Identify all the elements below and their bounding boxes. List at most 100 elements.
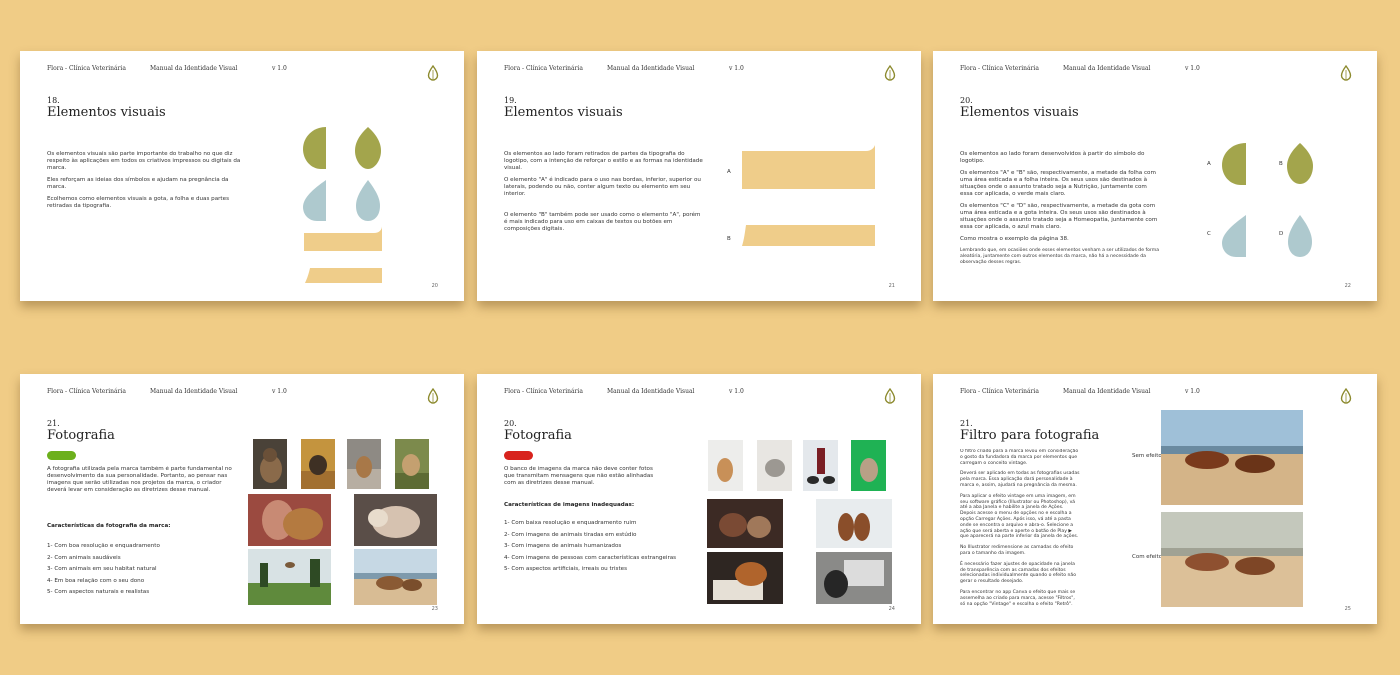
list-title: Características da fotografia da marca:	[47, 523, 171, 529]
photo-studio-dog	[708, 440, 743, 491]
intro-text: O banco de imagens da marca não deve con…	[504, 466, 654, 486]
photo-dog-reading	[707, 552, 783, 604]
photo-dog-park	[248, 549, 331, 605]
leaf-shape	[1287, 143, 1313, 184]
list-item: 2- Com imagens de animais tiradas em est…	[504, 531, 637, 538]
paragraph: Os elementos ao lado foram desenvolvidos…	[960, 151, 1145, 164]
type-element-a	[742, 145, 875, 189]
paragraph: Os elementos visuais são parte important…	[47, 151, 241, 171]
list-item: 4- Com imagens de pessoas com caracterís…	[504, 554, 677, 561]
list-item: 4- Em boa relação com o seu dono	[47, 577, 145, 584]
type-element-b	[305, 268, 382, 283]
paragraph: Eles reforçam as ideias dos símbolos e a…	[47, 177, 229, 190]
drop-icon	[1340, 388, 1352, 404]
half-drop-shape	[303, 180, 326, 221]
manual-page-18: Flora - Clínica Veterinária Manual da Id…	[20, 51, 464, 301]
characteristics-list: 1- Com boa resolução e enquadramento 2- …	[47, 543, 247, 601]
type-elements-illustration	[742, 145, 875, 246]
paragraph: Deverá ser aplicado em todas as fotograf…	[960, 471, 1080, 488]
leaf-shape	[355, 127, 381, 169]
photo-dog-playing	[354, 494, 437, 546]
header-version: v 1.0	[729, 388, 744, 395]
type-element-a	[304, 226, 382, 251]
list-item: 3- Com imagens de animais humanizados	[504, 543, 622, 549]
paragraph: O elemento "A" é indicado para o uso nas…	[504, 177, 701, 197]
body-text: Os elementos visuais são parte important…	[47, 151, 247, 215]
note-text: Lembrando que, em ocasiões onde esses el…	[960, 248, 1160, 265]
header-version: v 1.0	[272, 388, 287, 395]
list-item: 2- Com animais saudáveis	[47, 554, 121, 561]
body-text: Os elementos ao lado foram retirados de …	[504, 151, 704, 238]
section-number: 20.	[504, 419, 517, 428]
header-version: v 1.0	[272, 65, 287, 72]
page-title: Fotografia	[47, 428, 115, 443]
page-title: Fotografia	[504, 428, 572, 443]
header-brand: Flora - Clínica Veterinária	[504, 388, 583, 395]
drop-icon	[884, 388, 896, 404]
header-version: v 1.0	[1185, 65, 1200, 72]
header-brand: Flora - Clínica Veterinária	[47, 65, 126, 72]
header-manual: Manual da Identidade Visual	[150, 65, 238, 72]
manual-page-20: Flora - Clínica Veterinária Manual da Id…	[933, 51, 1377, 301]
header-manual: Manual da Identidade Visual	[607, 65, 695, 72]
manual-page-20-photography-dont: Flora - Clínica Veterinária Manual da Id…	[477, 374, 921, 624]
paragraph: Os elementos ao lado foram retirados de …	[504, 151, 703, 171]
header-manual: Manual da Identidade Visual	[1063, 65, 1151, 72]
type-element-b	[742, 225, 875, 246]
section-number: 20.	[960, 96, 973, 105]
half-leaf-shape	[1222, 143, 1246, 185]
header-brand: Flora - Clínica Veterinária	[504, 65, 583, 72]
body-text: O filtro criado para a marca levou em co…	[960, 449, 1080, 617]
manual-page-21-filter: Flora - Clínica Veterinária Manual da Id…	[933, 374, 1377, 624]
paragraph: É necessário fazer ajustes de opacidade …	[960, 561, 1077, 585]
paragraph: Os elementos "C" e "D" são, respectivame…	[960, 203, 1158, 230]
page-number: 23	[431, 606, 438, 612]
page-number: 20	[431, 283, 438, 289]
list-item: 1- Com baixa resolução e enquadramento r…	[504, 520, 637, 526]
page-number: 25	[1344, 606, 1351, 612]
element-label-c: C	[1207, 231, 1211, 237]
photo-dogs-costume	[707, 499, 783, 548]
paragraph: O elemento "B" também pode ser usado com…	[504, 212, 701, 232]
element-label-a: A	[727, 169, 731, 175]
header-brand: Flora - Clínica Veterinária	[960, 388, 1039, 395]
page-number: 24	[888, 606, 895, 612]
header-version: v 1.0	[1185, 388, 1200, 395]
element-label-b: B	[727, 236, 731, 242]
inadequate-list: 1- Com baixa resolução e enquadramento r…	[504, 520, 704, 578]
manual-page-21-photography: Flora - Clínica Veterinária Manual da Id…	[20, 374, 464, 624]
drop-icon	[884, 65, 896, 81]
list-item: 1- Com boa resolução e enquadramento	[47, 543, 160, 549]
photo-man-with-dog	[248, 494, 331, 546]
list-item: 5- Com aspectos naturais e realistas	[47, 589, 150, 595]
header-manual: Manual da Identidade Visual	[1063, 388, 1151, 395]
drop-shape	[1288, 215, 1312, 257]
paragraph: Os elementos "A" e "B" são, respectivame…	[960, 170, 1156, 197]
header-manual: Manual da Identidade Visual	[607, 388, 695, 395]
photo-cat	[253, 439, 287, 489]
approved-indicator	[47, 451, 76, 460]
paragraph: No Illustrator redimensione as camadas d…	[960, 545, 1074, 556]
photo-dog-sidewalk	[347, 439, 381, 489]
page-title: Elementos visuais	[47, 105, 166, 120]
element-label-a: A	[1207, 161, 1211, 167]
paragraph: Para aplicar o efeito vintage em uma ima…	[960, 493, 1079, 540]
symbol-elements-illustration	[1222, 143, 1313, 257]
photo-with-filter	[1161, 512, 1303, 607]
header-manual: Manual da Identidade Visual	[150, 388, 238, 395]
photo-dog-computer	[816, 552, 892, 604]
photo-puppy-blanket	[757, 440, 792, 491]
section-number: 19.	[504, 96, 517, 105]
paragraph: Ecolhemos como elementos visuais a gota,…	[47, 196, 229, 209]
drop-icon	[1340, 65, 1352, 81]
page-title: Elementos visuais	[504, 105, 623, 120]
list-title: Características de imagens inadequadas:	[504, 502, 635, 508]
visual-elements-illustration	[303, 127, 382, 283]
intro-text: A fotografia utilizada pela marca também…	[47, 466, 232, 493]
photo-dog-autumn	[301, 439, 335, 489]
page-number: 21	[888, 283, 895, 289]
manual-page-19: Flora - Clínica Veterinária Manual da Id…	[477, 51, 921, 301]
page-number: 22	[1344, 283, 1351, 289]
list-item: 5- Com aspectos artificiais, irreais ou …	[504, 566, 628, 572]
section-number: 21.	[47, 419, 60, 428]
